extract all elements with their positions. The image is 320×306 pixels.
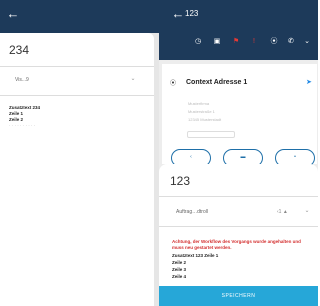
chevron-down-icon[interactable]: ⌄ — [302, 37, 312, 47]
context-card: ⦿ Context Adresse 1 ➤ Musterfirma Muster… — [162, 64, 317, 167]
bottom-sheet: 123 Auftrag…dtroll ‹1 ▲ ⌄ Achtung, der W… — [159, 164, 318, 306]
sheet-title: 123 — [170, 174, 191, 188]
app-bar: ← 123 ◷ ▣ ⚑ ! ⦿ ✆ ⌄ — [159, 0, 318, 60]
save-button[interactable]: SPEICHERN — [159, 286, 318, 306]
arrow-left-icon[interactable]: ← — [171, 7, 185, 21]
info-line: Zeile 4 — [172, 274, 187, 279]
info-line: Zeile 1 — [9, 111, 24, 116]
warning-text: Achtung, der Workflow des Vorgangs wurde… — [172, 239, 301, 250]
left-screen: ← 234 Vis...9 ⌄ Zusatztext 234 Zeile 1 Z… — [0, 0, 159, 306]
arrow-left-icon[interactable]: ← — [6, 7, 20, 21]
address-line: Musterstraße 1 — [188, 109, 215, 114]
detail-card: 234 Vis...9 ⌄ Zusatztext 234 Zeile 1 Zei… — [0, 33, 154, 306]
divider — [0, 95, 154, 96]
flag-icon[interactable]: ⚑ — [231, 37, 241, 47]
address-chip[interactable] — [187, 131, 235, 138]
context-title: Context Adresse 1 — [186, 79, 248, 86]
location-pin-icon[interactable]: ⦿ — [269, 37, 279, 47]
divider — [159, 196, 318, 197]
navigation-arrow-icon[interactable]: ➤ — [306, 79, 314, 87]
page-title: 234 — [9, 43, 30, 57]
location-pin-icon: ⦿ — [169, 81, 176, 87]
divider — [0, 66, 154, 67]
info-line: Zeile 2 — [9, 117, 24, 122]
info-line: Zeile 2 — [172, 260, 187, 265]
bar-title: 123 — [185, 9, 199, 18]
select-value[interactable]: Auftrag…dtroll — [176, 209, 208, 215]
app-bar: ← — [0, 0, 159, 33]
address-line: Musterfirma — [188, 101, 210, 106]
clipboard-icon[interactable]: ▣ — [212, 37, 222, 47]
select-value[interactable]: Vis...9 — [15, 77, 29, 83]
info-line: · · · · · · · · · · — [9, 123, 36, 128]
info-line: Zusatztext 123 Zeile 1 — [172, 253, 219, 258]
divider — [159, 226, 318, 227]
address-line: 12345 Musterstadt — [188, 117, 222, 122]
chevron-down-icon[interactable]: ⌄ — [303, 207, 311, 215]
select-extra[interactable]: ‹1 ▲ — [277, 209, 288, 215]
clock-icon[interactable]: ◷ — [193, 37, 203, 47]
info-line: Zeile 3 — [172, 267, 187, 272]
phone-icon[interactable]: ✆ — [286, 37, 296, 47]
chevron-down-icon[interactable]: ⌄ — [129, 75, 137, 83]
right-screen: ← 123 ◷ ▣ ⚑ ! ⦿ ✆ ⌄ ⦿ Context Adresse 1 … — [159, 0, 318, 306]
info-line: Zusatztext 234 — [9, 105, 41, 110]
alert-icon[interactable]: ! — [249, 37, 259, 47]
